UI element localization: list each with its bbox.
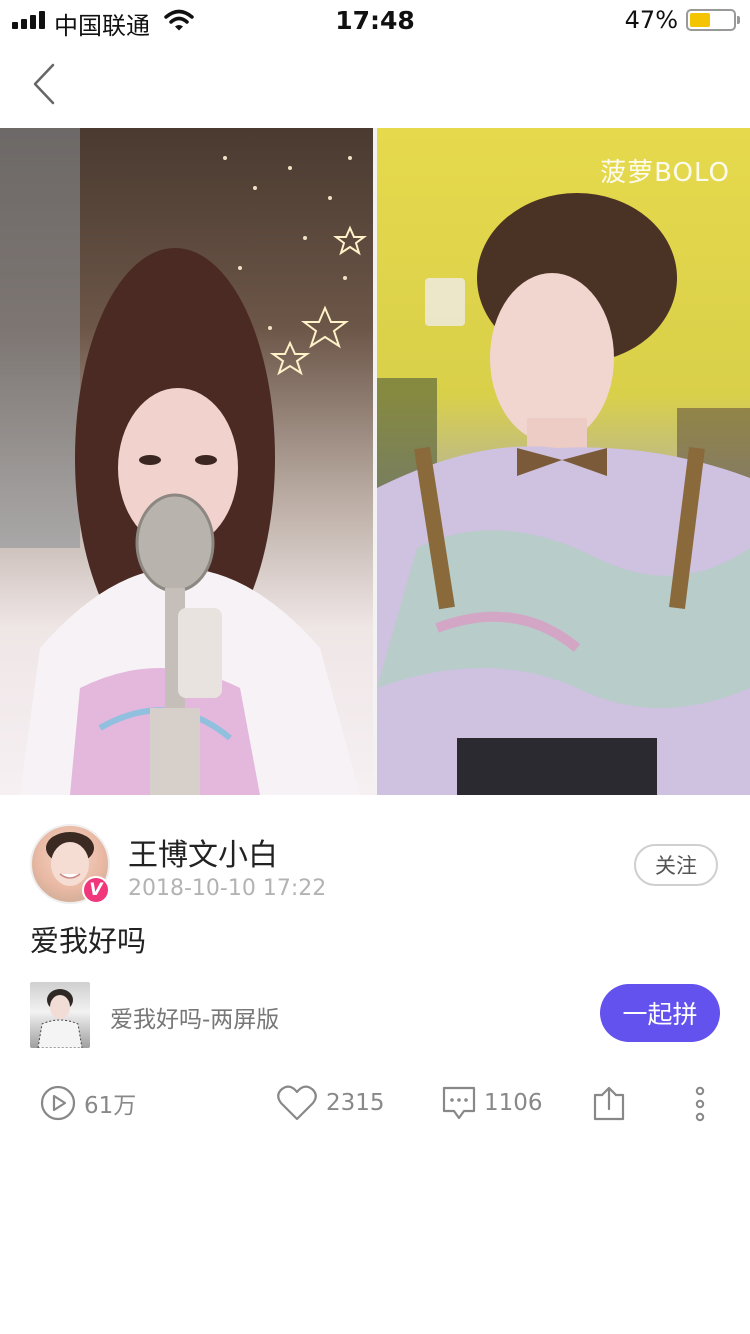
song-title[interactable]: 爱我好吗-两屏版 (110, 1000, 279, 1034)
author-name[interactable]: 王博文小白 (128, 830, 278, 874)
battery-percentage: 47% (624, 6, 678, 34)
share-button[interactable] (592, 1080, 626, 1126)
comment-icon (442, 1086, 476, 1120)
like-count: 2315 (326, 1090, 385, 1116)
heart-icon (277, 1085, 317, 1121)
status-bar: 中国联通 17:48 47% (0, 0, 750, 40)
chevron-left-icon (33, 63, 55, 105)
more-vertical-icon (695, 1086, 705, 1122)
watermark-text: 菠萝BOLO (600, 158, 730, 188)
action-bar: 61万 2315 1106 (0, 1080, 750, 1130)
video-player[interactable]: 菠萝BOLO (0, 128, 750, 795)
comment-count: 1106 (484, 1090, 543, 1116)
post-timestamp: 2018-10-10 17:22 (128, 876, 327, 901)
video-pane-right: 菠萝BOLO (377, 128, 750, 795)
verified-badge: V (82, 876, 110, 904)
post-caption: 爱我好吗 (30, 924, 147, 958)
share-icon (593, 1086, 625, 1121)
song-row[interactable]: 爱我好吗-两屏版 一起拼 (0, 980, 750, 1049)
video-pane-left (0, 128, 373, 795)
comment-button[interactable]: 1106 (442, 1080, 543, 1126)
author-row: V 王博文小白 2018-10-10 17:22 关注 (0, 824, 750, 908)
play-icon (40, 1085, 76, 1121)
back-button[interactable] (20, 58, 68, 110)
nav-bar (0, 40, 750, 128)
song-thumbnail[interactable] (30, 982, 90, 1049)
battery-level-fill (690, 13, 710, 27)
battery-icon (686, 9, 740, 31)
follow-button[interactable]: 关注 (634, 844, 718, 886)
join-duet-button[interactable]: 一起拼 (600, 984, 720, 1042)
like-button[interactable]: 2315 (276, 1080, 385, 1126)
play-count: 61万 (84, 1093, 137, 1119)
more-options-button[interactable] (688, 1084, 712, 1124)
play-count-button[interactable]: 61万 (40, 1080, 136, 1126)
